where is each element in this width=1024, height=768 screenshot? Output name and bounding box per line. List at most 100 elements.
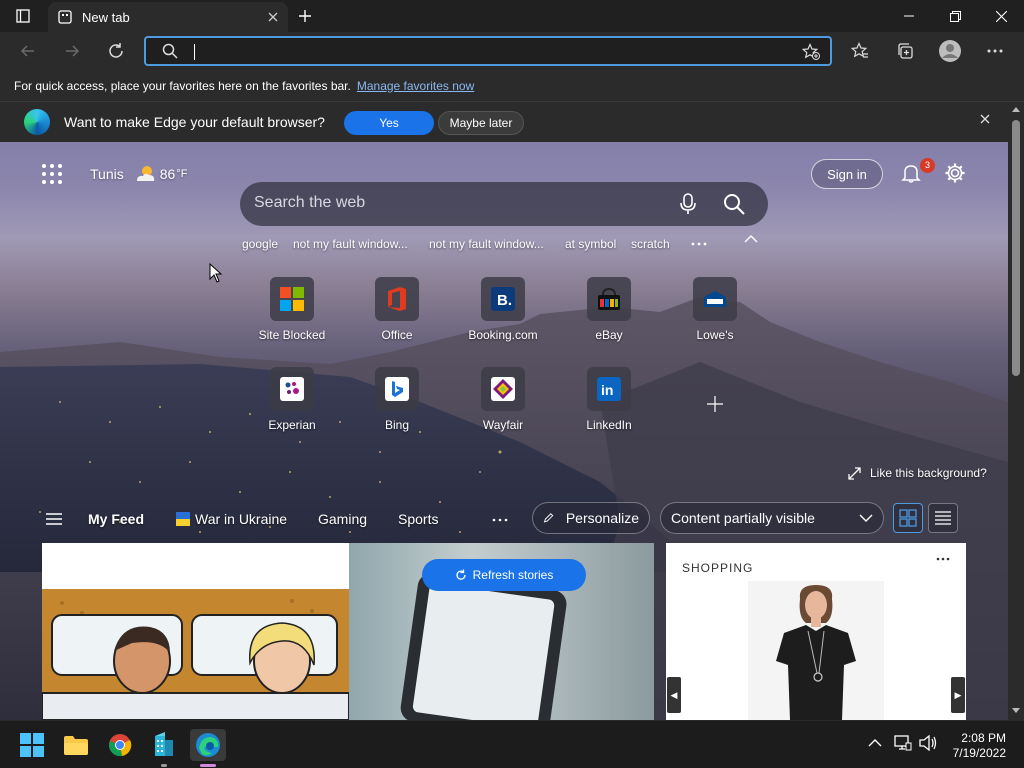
quick-link-site-blocked[interactable]: Site Blocked (247, 277, 337, 342)
store-app-button[interactable] (146, 729, 182, 767)
favorites-hint: For quick access, place your favorites h… (14, 78, 351, 93)
close-icon[interactable] (980, 114, 990, 124)
quick-link-label: Experian (268, 418, 316, 432)
new-tab-button[interactable] (292, 4, 318, 28)
refresh-stories-button[interactable]: Refresh stories (422, 559, 586, 591)
grid-view-button[interactable] (893, 503, 923, 533)
list-view-button[interactable] (928, 503, 958, 533)
quick-link-linkedin[interactable]: in LinkedIn (564, 367, 654, 432)
forward-button[interactable] (58, 37, 86, 65)
carousel-next-button[interactable]: ▶ (951, 677, 965, 713)
quick-link-bing[interactable]: Bing (352, 367, 442, 432)
chevron-up-icon[interactable] (868, 739, 882, 747)
quick-link-ebay[interactable]: eBay (564, 277, 654, 342)
personalize-button[interactable]: Personalize (532, 502, 650, 534)
quick-link-office[interactable]: Office (352, 277, 442, 342)
tab-war-in-ukraine[interactable]: War in Ukraine (195, 511, 287, 527)
search-suggestion[interactable]: google (242, 237, 278, 251)
content-visibility-dropdown[interactable]: Content partially visible (660, 502, 884, 534)
tab-my-feed[interactable]: My Feed (88, 511, 144, 527)
hamburger-menu-icon[interactable] (46, 513, 62, 525)
search-input[interactable] (254, 194, 654, 212)
search-icon[interactable] (722, 192, 746, 216)
booking-icon: B. (491, 287, 515, 311)
taskbar: 2:08 PM 7/19/2022 (0, 720, 1024, 768)
wayfair-icon (491, 377, 515, 401)
back-button[interactable] (14, 37, 42, 65)
favorites-icon (851, 42, 868, 58)
manage-favorites-link[interactable]: Manage favorites now (357, 79, 474, 93)
personalize-label: Personalize (565, 510, 639, 526)
app-launcher-icon[interactable] (42, 164, 62, 184)
scroll-down-icon[interactable] (1012, 708, 1020, 714)
tab-gaming[interactable]: Gaming (318, 511, 367, 527)
notifications-bell-icon[interactable] (900, 162, 922, 184)
more-tabs-icon[interactable] (492, 518, 508, 522)
search-suggestion[interactable]: scratch (631, 237, 670, 251)
file-explorer-button[interactable] (58, 729, 94, 761)
search-suggestion[interactable]: not my fault window... (293, 237, 408, 251)
quick-link-label: Bing (384, 418, 410, 432)
scrollbar-thumb[interactable] (1012, 120, 1020, 376)
yes-button[interactable]: Yes (344, 111, 434, 135)
favorites-button[interactable] (846, 37, 874, 65)
chrome-button[interactable] (102, 729, 138, 761)
add-quick-link-icon[interactable] (707, 396, 723, 412)
chevron-up-icon[interactable] (744, 235, 758, 243)
refresh-button[interactable] (102, 37, 130, 65)
quick-link-experian[interactable]: Experian (247, 367, 337, 432)
volume-icon[interactable] (919, 735, 937, 751)
sign-in-button[interactable]: Sign in (811, 159, 883, 189)
tab-actions-button[interactable] (0, 0, 46, 32)
quick-link-label: eBay (595, 328, 623, 342)
search-suggestion[interactable]: at symbol (565, 237, 616, 251)
scroll-up-icon[interactable] (1012, 106, 1020, 112)
like-background-link[interactable]: Like this background? (848, 466, 987, 480)
quick-link-booking[interactable]: B. Booking.com (458, 277, 548, 342)
title-bar: New tab (0, 0, 1024, 32)
tab-sports[interactable]: Sports (398, 511, 438, 527)
tab-new-tab[interactable]: New tab (48, 2, 288, 32)
quick-link-lowes[interactable]: Lowe's (670, 277, 760, 342)
add-favorite-icon[interactable] (802, 43, 820, 61)
quick-link-label: Lowe's (696, 328, 734, 342)
network-icon[interactable] (894, 735, 912, 751)
weather-widget[interactable]: Tunis 86 °F (90, 164, 187, 184)
close-window-button[interactable] (978, 0, 1024, 32)
page-scrollbar[interactable] (1008, 102, 1024, 720)
like-background-label: Like this background? (870, 466, 987, 480)
quick-link-label: Site Blocked (258, 328, 326, 342)
carousel-prev-button[interactable]: ◀ (667, 677, 681, 713)
web-search-box[interactable] (240, 182, 768, 226)
mouse-pointer-icon (209, 263, 223, 283)
news-card-image[interactable] (42, 543, 349, 720)
search-icon (162, 43, 178, 59)
quick-link-label: Office (381, 328, 413, 342)
maybe-later-button[interactable]: Maybe later (438, 111, 524, 135)
expand-icon (848, 466, 861, 480)
restore-button[interactable] (932, 0, 978, 32)
windows-icon (20, 733, 44, 757)
close-tab-icon[interactable] (268, 12, 278, 22)
ukraine-flag-icon (176, 512, 190, 526)
start-button[interactable] (14, 729, 50, 761)
settings-more-button[interactable] (981, 37, 1009, 65)
collections-button[interactable] (891, 37, 919, 65)
profile-button[interactable] (936, 37, 964, 65)
quick-link-wayfair[interactable]: Wayfair (458, 367, 548, 432)
svg-text:B.: B. (497, 292, 512, 309)
minimize-button[interactable] (886, 0, 932, 32)
more-options-icon[interactable] (936, 557, 950, 561)
text-cursor (194, 44, 195, 60)
address-bar[interactable] (144, 36, 832, 66)
banner-message: Want to make Edge your default browser? (64, 114, 325, 130)
more-suggestions-icon[interactable] (691, 242, 707, 246)
office-icon (388, 287, 406, 311)
system-clock[interactable]: 2:08 PM 7/19/2022 (950, 731, 1006, 761)
microphone-icon[interactable] (678, 192, 698, 216)
search-suggestion[interactable]: not my fault window... (429, 237, 544, 251)
edge-taskbar-button[interactable] (190, 729, 226, 767)
shopping-card[interactable]: SHOPPING (666, 543, 966, 720)
gear-icon[interactable] (944, 162, 966, 184)
clock-date: 7/19/2022 (952, 746, 1006, 760)
